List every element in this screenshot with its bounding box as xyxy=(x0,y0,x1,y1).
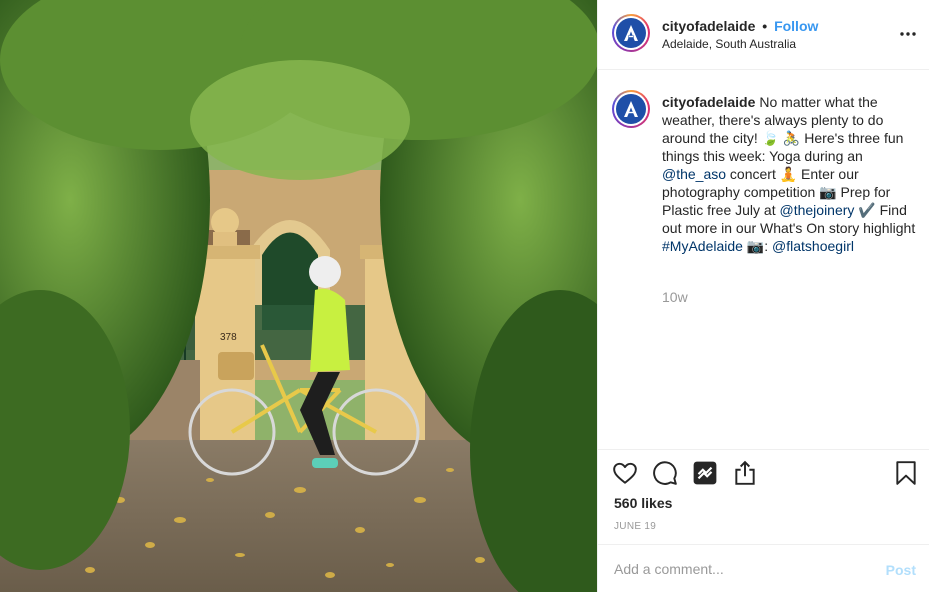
comment-button[interactable] xyxy=(652,460,680,488)
header-username[interactable]: cityofadelaide xyxy=(662,18,755,34)
location-link[interactable]: Adelaide, South Australia xyxy=(662,37,796,51)
avatar[interactable] xyxy=(612,14,650,52)
city-of-adelaide-logo-icon xyxy=(624,25,638,41)
post-date[interactable]: JUNE 19 xyxy=(614,521,656,532)
caption-body: No matter what the weather, there's alwa… xyxy=(662,94,915,254)
caption-text: cityofadelaide No matter what the weather… xyxy=(662,93,920,255)
share-button[interactable] xyxy=(692,460,720,488)
heart-icon xyxy=(613,462,637,484)
gate-number: 378 xyxy=(220,332,237,343)
comment-form: Post xyxy=(598,544,929,592)
upload-button[interactable] xyxy=(732,460,760,488)
caption-link[interactable]: @thejoinery xyxy=(780,202,855,218)
post-photo[interactable]: 378 xyxy=(0,0,597,592)
caption-link[interactable]: @the_aso xyxy=(662,166,726,182)
bookmark-icon xyxy=(896,461,916,485)
separator-dot: • xyxy=(762,18,768,34)
caption-link[interactable]: #MyAdelaide xyxy=(662,238,743,254)
photo-scene: 378 xyxy=(0,0,597,592)
more-options-button[interactable] xyxy=(896,22,920,46)
share-icon xyxy=(693,461,717,485)
caption-link[interactable]: @flatshoegirl xyxy=(772,238,854,254)
action-bar xyxy=(598,449,929,499)
post-header: cityofadelaide • Follow Adelaide, South … xyxy=(598,0,929,70)
post-comment-button[interactable]: Post xyxy=(886,562,916,578)
more-icon xyxy=(900,32,916,36)
comment-input[interactable] xyxy=(614,559,864,579)
comment-icon xyxy=(653,461,677,485)
instagram-post: 378 cityofadelaide • Follow Adelaide, So… xyxy=(0,0,929,592)
likes-count[interactable]: 560 likes xyxy=(614,495,672,511)
comments-area: cityofadelaide No matter what the weather… xyxy=(598,70,929,448)
caption-text-segment: 📷: xyxy=(742,238,773,254)
post-side-panel: cityofadelaide • Follow Adelaide, South … xyxy=(597,0,929,592)
header-name-line: cityofadelaide • Follow xyxy=(662,18,818,34)
like-button[interactable] xyxy=(612,460,640,488)
save-button[interactable] xyxy=(894,460,922,488)
caption-username[interactable]: cityofadelaide xyxy=(662,94,755,110)
caption-avatar[interactable] xyxy=(612,90,650,128)
city-of-adelaide-logo-icon xyxy=(624,101,638,117)
upload-icon xyxy=(735,460,755,485)
follow-button[interactable]: Follow xyxy=(774,18,818,34)
post-age[interactable]: 10w xyxy=(662,289,688,305)
